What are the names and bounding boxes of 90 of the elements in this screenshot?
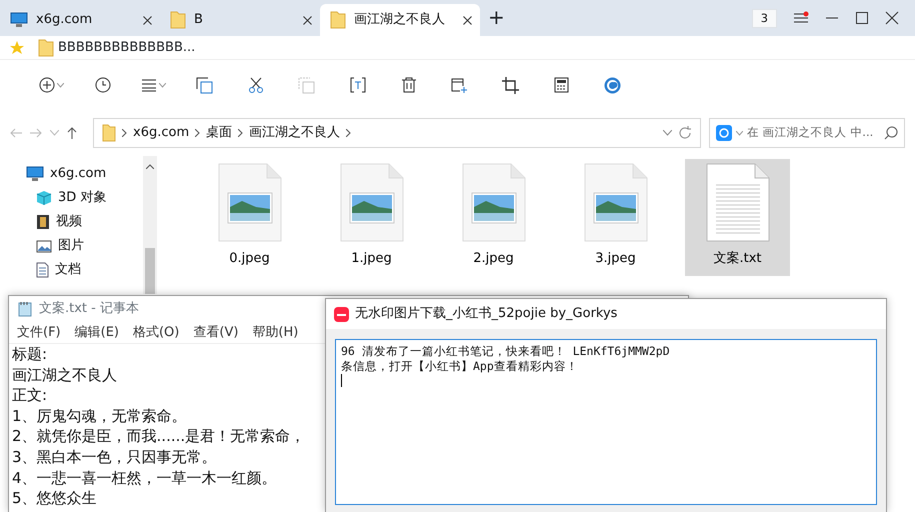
close-icon[interactable] <box>143 16 152 24</box>
copy-icon[interactable] <box>196 76 213 94</box>
text-line: 正文: <box>12 385 48 406</box>
sidebar-item[interactable]: 3D 对象 <box>26 186 143 210</box>
add-icon[interactable] <box>39 77 55 93</box>
text-line: 1、厉鬼勾魂，无常索命。 <box>12 406 187 426</box>
search-icon[interactable] <box>884 126 898 140</box>
new-window-icon[interactable] <box>451 76 468 94</box>
text-file-icon <box>706 163 770 243</box>
dropdown-icon[interactable] <box>663 130 672 136</box>
chevron-icon <box>122 129 127 137</box>
app-icon[interactable] <box>604 76 621 94</box>
new-tab-button[interactable]: + <box>488 2 505 32</box>
trash-icon[interactable] <box>400 77 416 93</box>
scrollbar[interactable] <box>143 156 157 294</box>
text-cursor <box>341 374 342 387</box>
text-line: 条信息，打开【小红书】App查看精彩内容！ <box>341 359 578 374</box>
image-file-icon <box>218 163 282 243</box>
caret-icon <box>159 82 166 88</box>
notepad-icon <box>17 301 33 317</box>
film-icon <box>36 214 50 230</box>
star-icon <box>10 40 24 54</box>
caret-icon <box>57 82 64 88</box>
image-file-icon <box>584 163 648 243</box>
tab[interactable]: 画江湖之不良人 <box>320 4 480 36</box>
close-icon[interactable] <box>463 16 472 24</box>
file-item[interactable]: 1.jpeg <box>319 159 424 276</box>
crop-icon[interactable] <box>502 76 519 94</box>
search-box[interactable]: 在 画江湖之不良人 中... <box>709 118 905 148</box>
computer-icon <box>26 166 44 182</box>
file-item[interactable]: 0.jpeg <box>197 159 302 276</box>
folder-icon <box>38 38 54 56</box>
search-engine-icon <box>716 125 732 141</box>
image-file-icon <box>462 163 526 243</box>
window-title: 文案.txt - 记事本 <box>39 300 139 318</box>
up-icon[interactable] <box>67 127 77 139</box>
menu-item[interactable]: 帮助(H) <box>252 322 298 342</box>
text-line: 2、就凭你是臣，而我......是君！无常索命， <box>12 426 306 447</box>
image-file-icon <box>340 163 404 243</box>
tab[interactable]: x6g.com <box>0 4 160 36</box>
text-line: 画江湖之不良人 <box>12 364 117 386</box>
text-line: 96 清发布了一篇小红书笔记，快来看吧！ LEnKfT6jMMW2pD <box>341 344 670 359</box>
menu-icon[interactable] <box>793 11 809 26</box>
bookmark-link[interactable]: BBBBBBBBBBBBBB... <box>38 38 196 58</box>
window-title: 无水印图片下载_小红书_52pojie by_Gorkys <box>355 305 618 324</box>
sidebar-item[interactable]: x6g.com <box>26 162 143 186</box>
text-line: 4、一悲一喜一枉然，一草一木一红颜。 <box>12 468 277 488</box>
chevron-icon <box>346 129 352 137</box>
cube-icon <box>36 190 52 206</box>
list-icon[interactable] <box>141 78 157 92</box>
chevron-icon <box>238 129 244 137</box>
text-line: 5、悠悠众生 <box>12 488 97 509</box>
app-logo-icon <box>334 306 349 322</box>
caret-icon <box>736 130 743 136</box>
text-line: 标题: <box>12 344 48 365</box>
tab[interactable]: B <box>160 4 320 36</box>
scroll-up-icon[interactable] <box>146 164 154 169</box>
menu-item[interactable]: 文件(F) <box>17 322 61 342</box>
breadcrumb-item[interactable]: 桌面 <box>206 123 232 143</box>
scrollbar-thumb[interactable] <box>145 248 155 294</box>
menu-item[interactable]: 编辑(E) <box>74 322 119 342</box>
text-area[interactable]: 96 清发布了一篇小红书笔记，快来看吧！ LEnKfT6jMMW2pD 条信息，打开【小红书】App查看精彩内容！ <box>335 339 877 505</box>
menu-item[interactable]: 查看(V) <box>193 322 238 342</box>
clock-icon[interactable] <box>94 77 110 93</box>
file-item[interactable]: 3.jpeg <box>563 159 668 276</box>
computer-icon <box>10 12 28 28</box>
maximize-icon[interactable] <box>855 11 869 26</box>
folder-icon <box>102 124 116 142</box>
folder-icon <box>170 11 186 29</box>
breadcrumb-item[interactable]: x6g.com <box>133 123 190 143</box>
scissors-icon[interactable] <box>248 77 264 93</box>
sidebar-item[interactable]: 视频 <box>26 210 143 234</box>
file-item[interactable]: 文案.txt <box>685 159 790 276</box>
picture-icon <box>36 240 52 252</box>
file-item[interactable]: 2.jpeg <box>441 159 546 276</box>
text-line: 3、黑白本一色，只因事无常。 <box>12 446 217 468</box>
tab-count: 3 <box>752 8 777 28</box>
document-icon <box>36 262 49 278</box>
menu-item[interactable]: 格式(O) <box>132 322 180 342</box>
sidebar-item[interactable]: 文档 <box>26 258 143 282</box>
breadcrumb-item[interactable]: 画江湖之不良人 <box>249 123 340 143</box>
close-icon[interactable] <box>303 16 312 24</box>
rename-icon[interactable] <box>350 77 366 93</box>
sidebar-item[interactable]: 图片 <box>26 234 143 258</box>
calculator-icon[interactable] <box>554 77 569 93</box>
close-icon[interactable] <box>885 11 899 26</box>
folder-icon <box>330 11 346 29</box>
address-bar[interactable]: x6g.com 桌面 画江湖之不良人 <box>93 118 701 148</box>
refresh-icon[interactable] <box>678 126 692 140</box>
chevron-icon <box>195 129 200 137</box>
